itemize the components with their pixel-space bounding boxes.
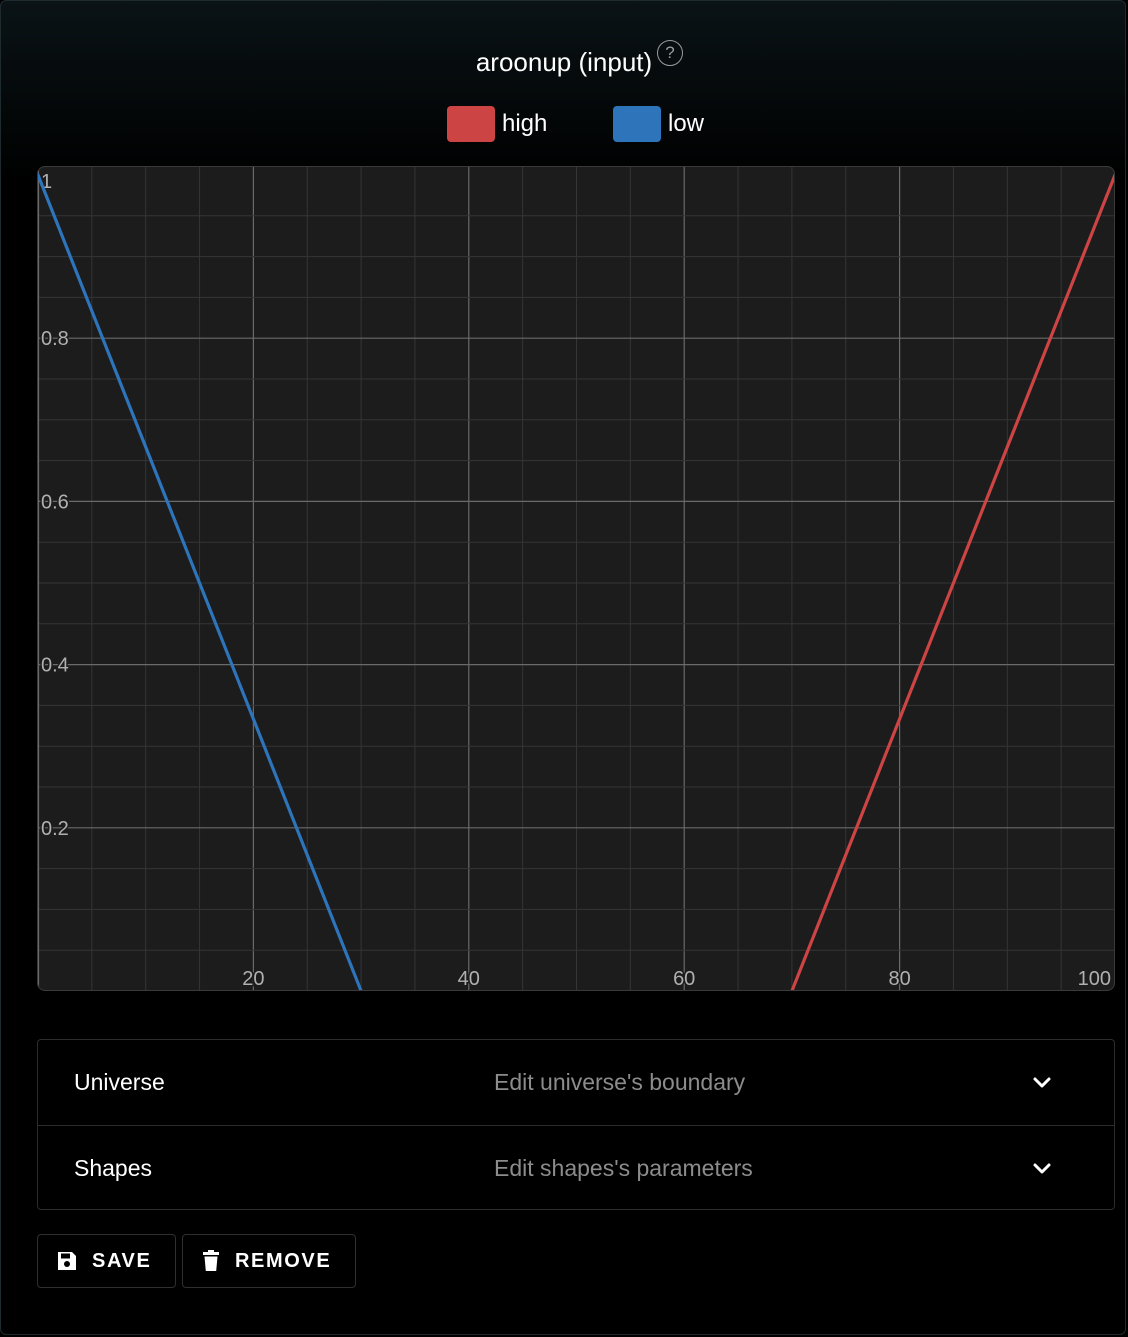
accordion-shapes-subtitle: Edit shapes's parameters bbox=[494, 1155, 753, 1181]
y-tick-label: 0.8 bbox=[41, 328, 69, 350]
remove-button-label: REMOVE bbox=[235, 1249, 332, 1272]
accordion-universe-subtitle: Edit universe's boundary bbox=[494, 1069, 746, 1095]
chart-area: 20 40 60 80 100 0.2 0.4 0.6 0.8 1 bbox=[37, 166, 1115, 991]
chevron-down-icon[interactable] bbox=[1032, 1073, 1052, 1093]
legend-swatch-high bbox=[447, 106, 495, 142]
legend-swatch-low bbox=[613, 106, 661, 142]
save-button-label: SAVE bbox=[92, 1249, 152, 1272]
y-tick-label: 0.2 bbox=[41, 818, 69, 840]
x-tick-label: 20 bbox=[242, 968, 264, 990]
y-tick-label: 0.6 bbox=[41, 491, 69, 513]
remove-button[interactable]: REMOVE bbox=[182, 1234, 356, 1288]
legend-label-low: low bbox=[668, 110, 705, 137]
accordion-shapes[interactable]: Shapes Edit shapes's parameters bbox=[38, 1125, 1114, 1211]
legend-label-high: high bbox=[502, 110, 548, 137]
legend-item-high[interactable]: high bbox=[447, 106, 547, 142]
save-button[interactable]: SAVE bbox=[37, 1234, 176, 1288]
accordion-universe[interactable]: Universe Edit universe's boundary bbox=[38, 1040, 1114, 1125]
chart-title: aroonup (input) bbox=[0, 38, 1128, 84]
accordion-shapes-title: Shapes bbox=[74, 1155, 153, 1181]
chart-svg: 20 40 60 80 1000.20.40.60.81 bbox=[38, 167, 1114, 990]
help-icon[interactable]: ? bbox=[657, 40, 683, 66]
x-tick-label: 80 bbox=[888, 968, 910, 990]
trash-icon bbox=[203, 1250, 219, 1271]
chevron-down-icon[interactable] bbox=[1032, 1159, 1052, 1179]
chart-title-text: aroonup (input) bbox=[475, 47, 653, 78]
x-tick-label: 100 bbox=[1078, 968, 1111, 990]
accordion-universe-title: Universe bbox=[74, 1069, 165, 1095]
settings-accordion: Universe Edit universe's boundary Shapes… bbox=[37, 1039, 1115, 1210]
floppy-disk-icon bbox=[58, 1252, 76, 1270]
x-tick-label: 40 bbox=[458, 968, 480, 990]
legend-item-low[interactable]: low bbox=[613, 106, 704, 142]
y-tick-label: 0.4 bbox=[41, 655, 69, 677]
x-tick-label: 60 bbox=[673, 968, 695, 990]
